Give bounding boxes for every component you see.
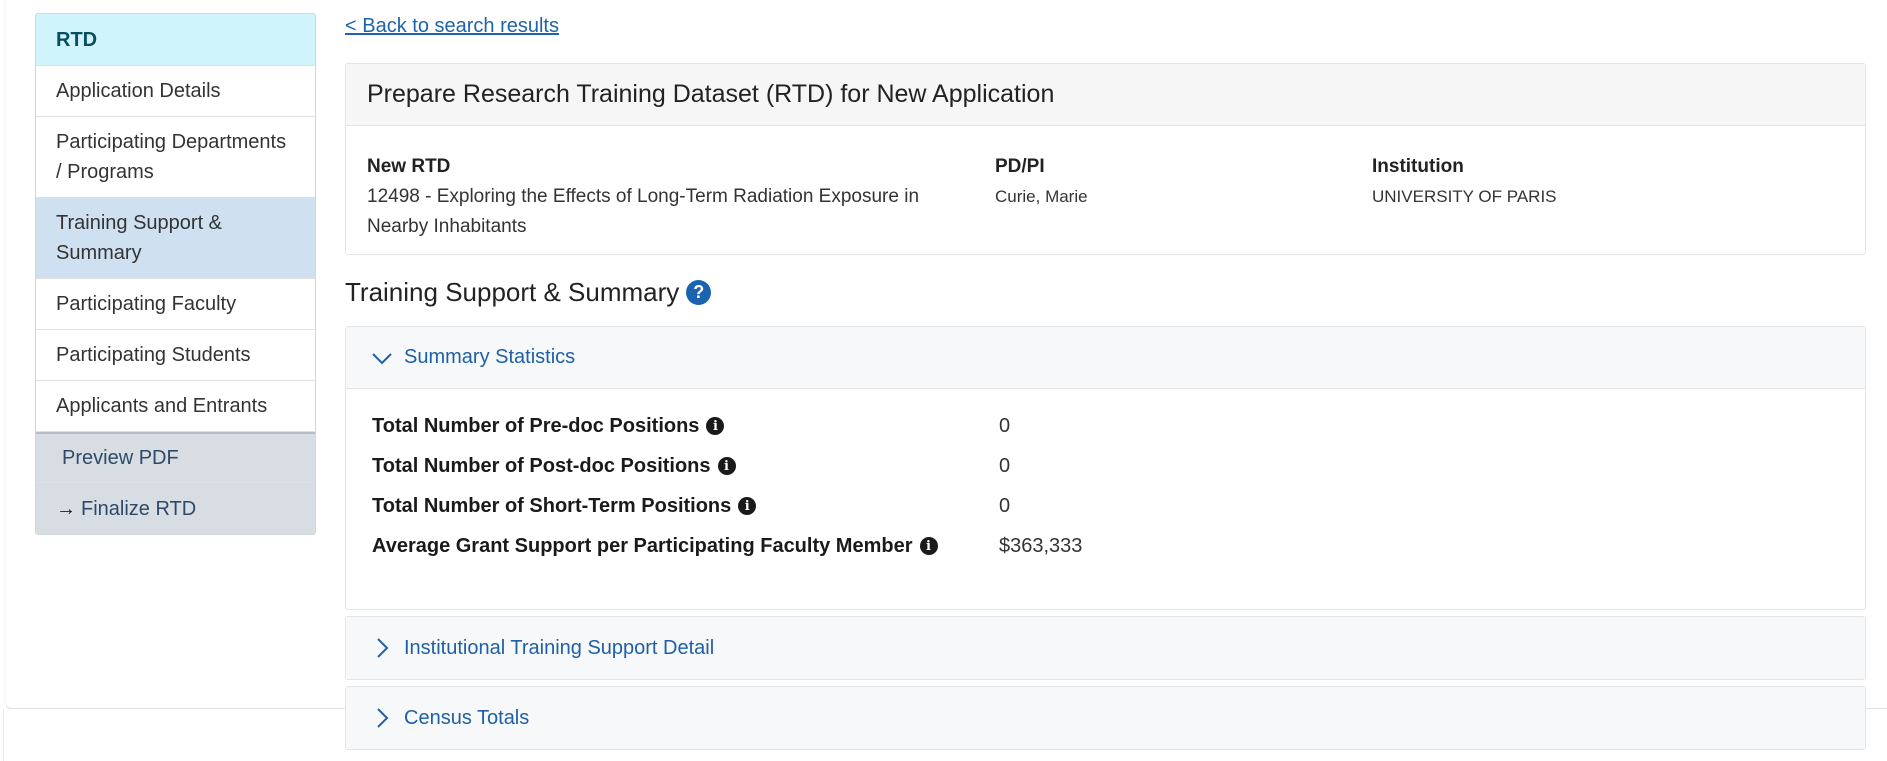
info-icon[interactable]: i xyxy=(919,537,938,555)
accordion-title: Census Totals xyxy=(404,706,530,729)
stat-row-postdoc: Total Number of Post-doc Positions i xyxy=(372,446,736,486)
section-title: Training Support & Summary ? xyxy=(345,277,712,308)
accordion-header-census-totals[interactable]: Census Totals xyxy=(346,687,1865,749)
sidebar-item-participating-students[interactable]: Participating Students xyxy=(36,330,315,381)
info-icon[interactable]: i xyxy=(706,417,725,435)
stat-value-postdoc: 0 xyxy=(999,454,1011,477)
sidebar-nav: RTD Application Details Participating De… xyxy=(35,13,316,535)
accordion-header-summary-statistics[interactable]: Summary Statistics xyxy=(346,327,1865,389)
accordion-header-institutional-training[interactable]: Institutional Training Support Detail xyxy=(346,617,1865,679)
pdpi-value: Curie, Marie xyxy=(995,187,1088,206)
sidebar-item-applicants-entrants[interactable]: Applicants and Entrants xyxy=(36,381,315,432)
finalize-rtd-button[interactable]: → Finalize RTD xyxy=(36,483,315,534)
finalize-rtd-label: Finalize RTD xyxy=(81,497,197,520)
new-rtd-value: 12498 - Exploring the Effects of Long-Te… xyxy=(367,186,920,237)
stat-value-shortterm: 0 xyxy=(999,494,1011,517)
stat-row-avg-grant: Average Grant Support per Participating … xyxy=(372,526,938,566)
pdpi-label: PD/PI xyxy=(995,156,1045,177)
stat-value-avg-grant: $363,333 xyxy=(999,534,1083,557)
application-info-card: Prepare Research Training Dataset (RTD) … xyxy=(345,63,1866,255)
info-icon[interactable]: i xyxy=(738,497,757,515)
stat-label: Average Grant Support per Participating … xyxy=(372,534,913,557)
stat-label: Total Number of Pre-doc Positions xyxy=(372,414,700,437)
accordion-institutional-training: Institutional Training Support Detail xyxy=(345,616,1866,680)
sidebar-item-training-support[interactable]: Training Support & Summary xyxy=(36,198,315,279)
chevron-right-icon xyxy=(377,638,389,658)
pdpi-field: PD/PI Curie, Marie xyxy=(995,152,1355,212)
chevron-right-icon xyxy=(377,708,389,728)
accordion-title: Summary Statistics xyxy=(404,346,576,368)
sidebar-item-participating-departments[interactable]: Participating Departments / Programs xyxy=(36,117,315,198)
stat-label: Total Number of Post-doc Positions xyxy=(372,454,711,477)
help-icon[interactable]: ? xyxy=(686,280,712,305)
institution-value: UNIVERSITY OF PARIS xyxy=(1372,187,1557,206)
page-title: Prepare Research Training Dataset (RTD) … xyxy=(346,64,1865,126)
accordion-summary-statistics: Summary Statistics Total Number of Pre-d… xyxy=(345,326,1866,610)
sidebar-item-application-details[interactable]: Application Details xyxy=(36,66,315,117)
preview-pdf-label: Preview PDF xyxy=(62,447,179,469)
preview-pdf-button[interactable]: Preview PDF xyxy=(36,432,315,483)
back-to-search-link[interactable]: < Back to search results xyxy=(345,15,559,38)
accordion-census-totals: Census Totals xyxy=(345,686,1866,750)
new-rtd-label: New RTD xyxy=(367,156,451,177)
info-icon[interactable]: i xyxy=(717,457,736,475)
sidebar-item-participating-faculty[interactable]: Participating Faculty xyxy=(36,279,315,330)
sidebar-header-rtd[interactable]: RTD xyxy=(36,14,315,66)
section-title-text: Training Support & Summary xyxy=(345,277,680,307)
accordion-title: Institutional Training Support Detail xyxy=(404,636,715,659)
institution-field: Institution UNIVERSITY OF PARIS xyxy=(1372,152,1812,212)
chevron-down-icon xyxy=(372,352,392,364)
stat-value-predoc: 0 xyxy=(999,414,1011,437)
stat-row-predoc: Total Number of Pre-doc Positions i xyxy=(372,406,725,446)
stat-row-shortterm: Total Number of Short-Term Positions i xyxy=(372,486,757,526)
stat-label: Total Number of Short-Term Positions xyxy=(372,494,732,517)
new-rtd-field: New RTD 12498 - Exploring the Effects of… xyxy=(367,152,967,242)
institution-label: Institution xyxy=(1372,156,1464,177)
arrow-right-icon: → xyxy=(56,497,76,520)
